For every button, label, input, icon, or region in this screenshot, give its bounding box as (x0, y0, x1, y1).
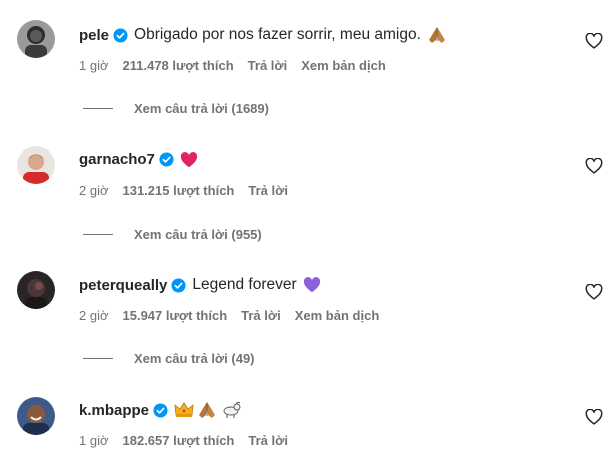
reply-button[interactable]: Trả lời (248, 433, 288, 448)
view-replies-button[interactable]: Xem câu trả lời (49) (83, 351, 255, 366)
likes-count-link[interactable]: 182.657 lượt thích (123, 433, 235, 448)
goat-emoji-icon (220, 401, 242, 419)
verified-badge-icon (113, 27, 128, 43)
view-replies-label: Xem câu trả lời (49) (134, 351, 255, 366)
divider-line (83, 358, 113, 359)
likes-count-link[interactable]: 131.215 lượt thích (123, 183, 235, 198)
reply-button[interactable]: Trả lời (241, 308, 281, 323)
like-heart-icon[interactable] (585, 284, 603, 300)
username[interactable]: garnacho7 (79, 151, 155, 168)
avatar[interactable] (17, 397, 55, 435)
view-replies-label: Xem câu trả lời (1689) (134, 101, 269, 116)
username[interactable]: k.mbappe (79, 402, 149, 419)
verified-badge-icon (153, 402, 168, 418)
crown-emoji-icon (174, 402, 194, 418)
purple-heart-emoji-icon (303, 277, 321, 293)
comment-time: 1 giờ (79, 433, 109, 448)
avatar[interactable] (17, 20, 55, 58)
folded-hands-emoji-icon (197, 401, 217, 419)
divider-line (83, 234, 113, 235)
reply-button[interactable]: Trả lời (248, 58, 288, 73)
divider-line (83, 108, 113, 109)
view-replies-label: Xem câu trả lời (955) (134, 227, 262, 242)
username[interactable]: peterqueally (79, 277, 167, 294)
likes-count-link[interactable]: 211.478 lượt thích (123, 58, 234, 73)
verified-badge-icon (159, 152, 174, 167)
reply-button[interactable]: Trả lời (248, 183, 288, 198)
comment-time: 2 giờ (79, 183, 109, 198)
like-heart-icon[interactable] (585, 33, 603, 49)
view-replies-button[interactable]: Xem câu trả lời (1689) (83, 101, 269, 116)
verified-badge-icon (171, 277, 186, 293)
like-heart-icon[interactable] (585, 158, 603, 174)
comment-text: Obrigado por nos fazer sorrir, meu amigo… (134, 26, 421, 43)
like-heart-icon[interactable] (585, 409, 603, 425)
likes-count-link[interactable]: 15.947 lượt thích (123, 308, 228, 323)
avatar[interactable] (17, 271, 55, 309)
comment-text: Legend forever (192, 276, 297, 293)
red-heart-emoji-icon (180, 151, 198, 168)
comment-time: 2 giờ (79, 308, 109, 323)
username[interactable]: pele (79, 27, 109, 44)
folded-hands-emoji-icon (427, 26, 447, 44)
avatar[interactable] (17, 146, 55, 184)
comment-time: 1 giờ (79, 58, 109, 73)
see-translation-button[interactable]: Xem bản dịch (295, 308, 380, 323)
view-replies-button[interactable]: Xem câu trả lời (955) (83, 227, 262, 242)
see-translation-button[interactable]: Xem bản dịch (301, 58, 386, 73)
